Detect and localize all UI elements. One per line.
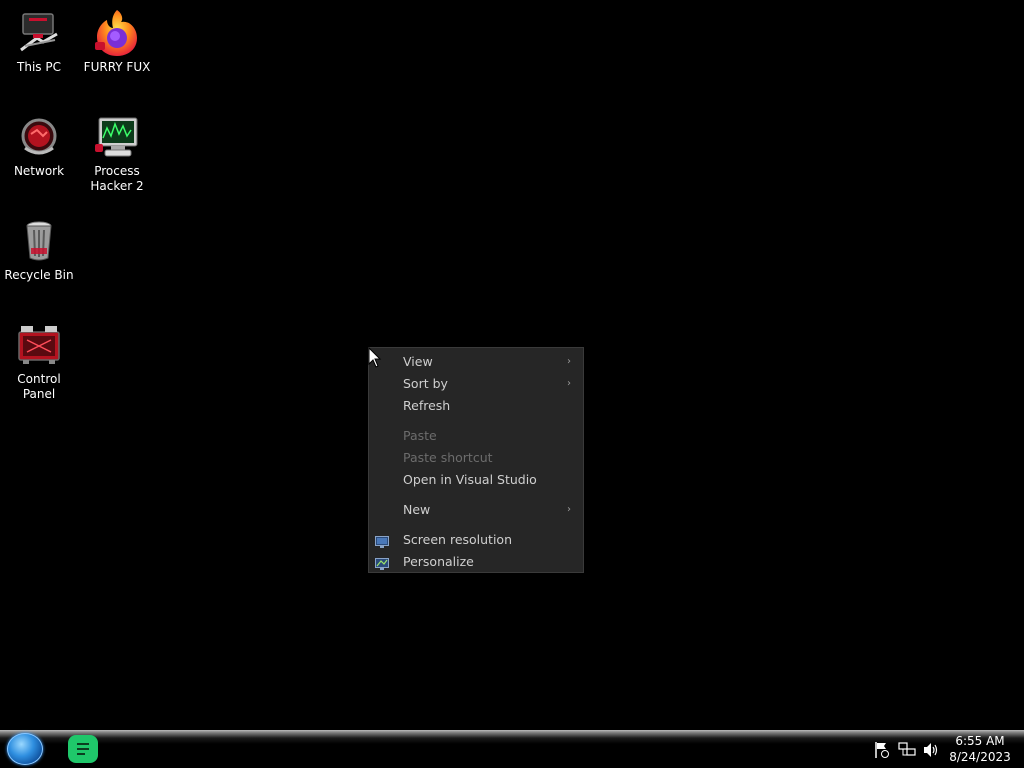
desktop-icon-label: FURRY FUX xyxy=(83,60,151,74)
mouse-cursor-icon xyxy=(368,346,382,369)
desktop-icon-label: This PC xyxy=(17,60,61,74)
desktop-icon-this-pc[interactable]: This PC xyxy=(0,10,78,75)
chevron-right-icon: › xyxy=(567,504,571,515)
desktop-icon-process-hacker[interactable]: Process Hacker 2 xyxy=(78,114,156,194)
chevron-right-icon: › xyxy=(567,356,571,367)
network-icon xyxy=(15,114,63,162)
process-hacker-icon xyxy=(93,114,141,162)
menu-item-paste-shortcut: Paste shortcut xyxy=(369,447,583,469)
menu-item-label: Paste xyxy=(403,428,437,443)
display-icon xyxy=(375,533,389,548)
menu-item-label: Personalize xyxy=(403,554,474,569)
menu-item-label: Open in Visual Studio xyxy=(403,472,537,487)
action-center-flag-icon[interactable] xyxy=(874,738,890,762)
menu-item-new[interactable]: New › xyxy=(369,499,583,521)
desktop-icon-label: Control Panel xyxy=(17,372,61,401)
menu-item-label: Sort by xyxy=(403,376,448,391)
notes-app-icon[interactable] xyxy=(68,735,98,763)
menu-item-label: New xyxy=(403,502,431,517)
clock-date: 8/24/2023 xyxy=(949,750,1011,764)
personalize-icon xyxy=(375,555,389,570)
menu-item-screen-resolution[interactable]: Screen resolution xyxy=(369,529,583,551)
volume-icon[interactable] xyxy=(922,738,940,762)
menu-item-sort-by[interactable]: Sort by › xyxy=(369,373,583,395)
taskbar-clock[interactable]: 6:55 AM 8/24/2023 xyxy=(940,733,1020,765)
menu-item-paste: Paste xyxy=(369,425,583,447)
label-line-2: Hacker 2 xyxy=(90,179,144,193)
desktop-icon-furry-fux[interactable]: FURRY FUX xyxy=(78,6,156,75)
menu-item-personalize[interactable]: Personalize xyxy=(369,551,583,573)
menu-item-open-in-visual-studio[interactable]: Open in Visual Studio xyxy=(369,469,583,491)
label-line-1: Process xyxy=(94,164,140,178)
desktop-context-menu: View › Sort by › Refresh Paste Paste sho… xyxy=(368,347,584,573)
desktop-icon-label: Network xyxy=(13,164,65,178)
network-tray-icon[interactable] xyxy=(898,738,916,762)
menu-item-refresh[interactable]: Refresh xyxy=(369,395,583,417)
taskbar xyxy=(0,730,1024,768)
menu-item-label: Refresh xyxy=(403,398,451,413)
menu-item-label: View xyxy=(403,354,433,369)
this-pc-icon xyxy=(15,10,63,58)
start-orb-icon[interactable] xyxy=(7,733,43,765)
desktop-icon-network[interactable]: Network xyxy=(0,114,78,179)
menu-item-view[interactable]: View › xyxy=(369,351,583,373)
desktop-icon-control-panel[interactable]: Control Panel xyxy=(0,322,78,402)
chevron-right-icon: › xyxy=(567,378,571,389)
menu-item-label: Paste shortcut xyxy=(403,450,493,465)
desktop-icon-label: Recycle Bin xyxy=(4,268,74,282)
desktop-icon-label: Process Hacker 2 xyxy=(90,164,143,194)
menu-item-label: Screen resolution xyxy=(403,532,513,547)
recycle-bin-icon xyxy=(15,218,63,266)
desktop[interactable]: This PC FURRY FUX Network Process Hacker… xyxy=(0,0,1024,730)
control-panel-icon xyxy=(15,322,63,370)
firefox-icon xyxy=(93,6,141,58)
desktop-icon-recycle-bin[interactable]: Recycle Bin xyxy=(0,218,78,283)
clock-time: 6:55 AM xyxy=(955,734,1005,748)
